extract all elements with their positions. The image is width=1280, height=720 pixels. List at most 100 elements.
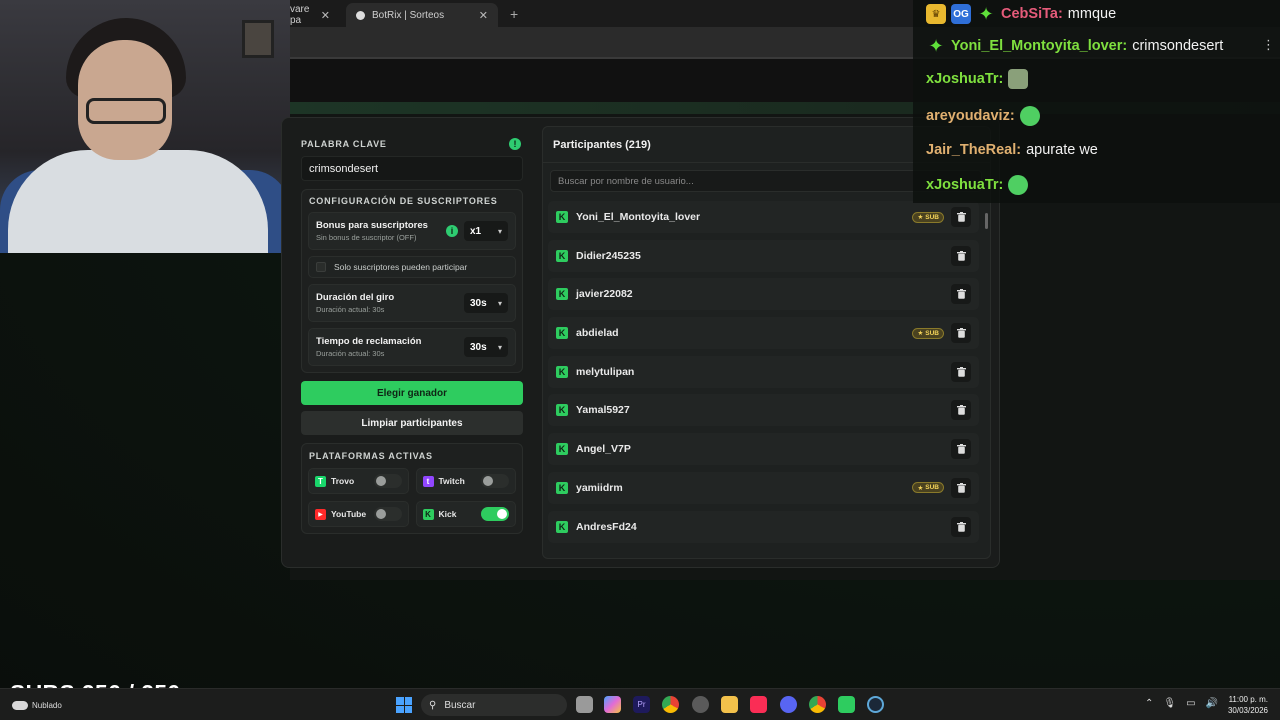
pick-winner-button[interactable]: Elegir ganador — [301, 381, 523, 405]
close-icon[interactable]: ✕ — [479, 9, 488, 22]
weather-widget[interactable]: Nublado — [12, 701, 62, 710]
spin-duration-value: 30s — [470, 297, 487, 309]
system-clock[interactable]: 11:00 p. m. 30/03/2026 — [1222, 694, 1268, 716]
botrix-favicon-icon — [356, 10, 365, 20]
platform-twitch-toggle[interactable] — [481, 474, 509, 488]
task-view-icon[interactable] — [576, 696, 593, 713]
windows-start-icon[interactable] — [396, 697, 412, 713]
platform-youtube-toggle[interactable] — [373, 507, 402, 521]
trash-icon — [956, 366, 966, 377]
spin-duration-select[interactable]: 30s ▾ — [464, 293, 508, 313]
participant-row: Kmelytulipan — [548, 355, 979, 388]
giveaway-card: PALABRA CLAVE ! crimsondesert CONFIGURAC… — [281, 117, 1000, 568]
close-icon[interactable]: ✕ — [321, 9, 330, 22]
participant-list-scrollbar[interactable] — [985, 213, 988, 229]
claim-time-select[interactable]: 30s ▾ — [464, 337, 508, 357]
participant-name: AndresFd24 — [576, 520, 637, 533]
kick-app-icon[interactable] — [838, 696, 855, 713]
platform-kick-toggle[interactable] — [481, 507, 509, 521]
keyword-input[interactable]: crimsondesert — [301, 156, 523, 181]
chat-username: xJoshuaTr: — [926, 71, 1004, 87]
platform-trovo-label: Trovo — [331, 476, 355, 486]
keyword-label: PALABRA CLAVE — [301, 139, 387, 149]
info-icon[interactable]: ! — [509, 138, 521, 150]
delete-participant-button[interactable] — [951, 361, 971, 382]
delete-participant-button[interactable] — [951, 516, 971, 537]
participant-actions — [951, 245, 971, 266]
trash-icon — [956, 250, 966, 261]
bonus-multiplier-select[interactable]: x1 ▾ — [464, 221, 508, 241]
chevron-down-icon: ▾ — [497, 298, 502, 308]
steam-icon[interactable] — [867, 696, 884, 713]
chevron-down-icon: ▾ — [497, 342, 502, 352]
claim-time-subtitle: Duración actual: 30s — [316, 349, 385, 358]
youtube-icon: ▶ — [315, 508, 326, 520]
participant-actions — [951, 516, 971, 537]
file-explorer-icon[interactable] — [721, 696, 738, 713]
participant-name: Yoni_El_Montoyita_lover — [576, 211, 701, 223]
chat-message: ✦ Yoni_El_Montoyita_lover: crimsondesert — [926, 36, 1223, 56]
microphone-icon[interactable]: 🎙 — [1163, 698, 1176, 709]
delete-participant-button[interactable] — [951, 284, 971, 305]
music-app-icon[interactable] — [750, 696, 767, 713]
participant-actions — [951, 439, 971, 460]
chrome-icon[interactable] — [662, 696, 679, 713]
participant-name: javier22082 — [576, 288, 633, 301]
platform-twitch-label: Twitch — [438, 476, 465, 486]
subscriber-bonus-subtitle: Sin bonus de suscriptor (OFF) — [316, 233, 417, 242]
info-icon[interactable]: i — [446, 225, 458, 237]
participant-row: Kabdielad ★ SUB — [548, 317, 979, 350]
participant-actions: ★ SUB — [912, 207, 971, 227]
sparkle-badge-icon: ✦ — [928, 35, 944, 56]
trovo-icon: T — [315, 475, 326, 487]
chat-text: apurate we — [1026, 142, 1098, 158]
tab-previous-label: vare pa — [290, 4, 310, 26]
delete-participant-button[interactable] — [951, 439, 971, 460]
display-icon[interactable]: ▭ — [1186, 698, 1195, 709]
wall-frame — [242, 20, 274, 58]
clear-participants-button[interactable]: Limpiar participantes — [301, 411, 523, 435]
clock-date: 30/03/2026 — [1227, 706, 1268, 715]
spin-duration-subtitle: Duración actual: 30s — [316, 305, 385, 314]
keyword-header: PALABRA CLAVE ! — [290, 126, 523, 150]
delete-participant-button[interactable] — [951, 477, 971, 498]
new-tab-button[interactable]: + — [510, 6, 518, 22]
discord-icon[interactable] — [780, 696, 797, 713]
cloud-icon — [12, 701, 28, 710]
clock-time: 11:00 p. m. — [1228, 695, 1268, 704]
taskbar-search[interactable]: ⚲ Buscar — [421, 694, 567, 716]
delete-participant-button[interactable] — [951, 323, 971, 344]
participant-actions: ★ SUB — [912, 323, 971, 344]
platform-trovo-toggle[interactable] — [373, 474, 402, 488]
star-icon: ★ — [917, 214, 924, 221]
glasses — [86, 98, 166, 124]
participant-row: Kyamiidrm ★ SUB — [548, 471, 979, 504]
premiere-icon[interactable]: Pr — [633, 696, 650, 713]
chevron-up-icon[interactable]: ⌃ — [1145, 698, 1153, 709]
volume-icon[interactable]: 🔊 — [1206, 698, 1218, 709]
tab-botrix[interactable]: BotRix | Sorteos ✕ — [346, 3, 498, 27]
kick-icon: K — [422, 508, 434, 520]
platform-kick-label: Kick — [438, 509, 457, 519]
chat-username: Jair_TheReal: — [926, 142, 1022, 158]
kick-icon: K — [556, 327, 568, 340]
delete-participant-button[interactable] — [951, 245, 971, 266]
trash-icon — [956, 405, 966, 416]
steam-alt-icon[interactable] — [692, 696, 709, 713]
tab-previous[interactable]: vare pa ✕ — [290, 3, 340, 27]
chat-username: Yoni_El_Montoyita_lover: — [951, 38, 1128, 54]
webcam-feed — [0, 0, 290, 253]
kick-icon: K — [556, 211, 568, 223]
trash-icon — [956, 444, 966, 454]
participant-name: Yamal5927 — [576, 404, 630, 417]
only-subscribers-checkbox[interactable] — [316, 262, 326, 272]
participant-actions — [951, 284, 971, 305]
giveaway-settings-panel: PALABRA CLAVE ! crimsondesert CONFIGURAC… — [290, 126, 523, 534]
copilot-icon[interactable] — [604, 696, 621, 713]
delete-participant-button[interactable] — [951, 207, 971, 227]
participant-row: K AndresFd24 — [548, 510, 979, 543]
only-subscribers-option[interactable]: Solo suscriptores pueden participar — [308, 256, 516, 278]
bonus-multiplier-value: x1 — [470, 225, 482, 237]
chrome-profile-icon[interactable] — [809, 696, 826, 713]
delete-participant-button[interactable] — [951, 400, 971, 421]
